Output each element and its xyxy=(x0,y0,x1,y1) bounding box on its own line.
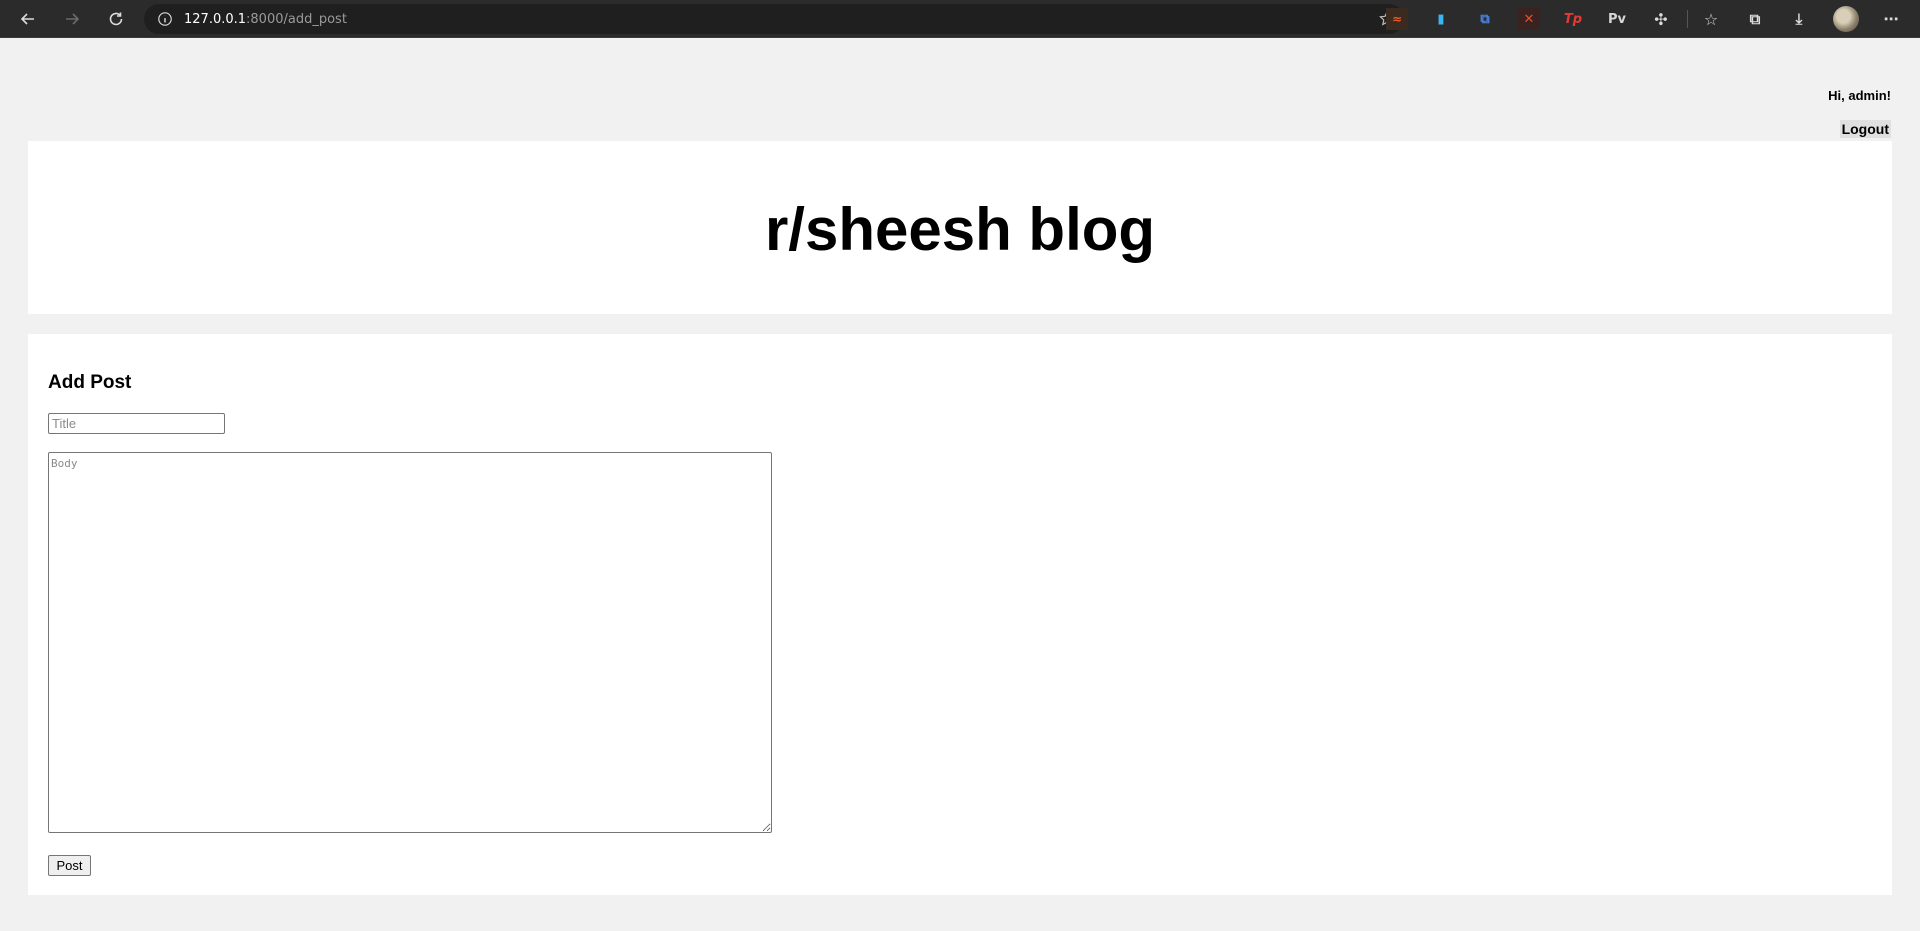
body-textarea[interactable] xyxy=(48,452,772,833)
back-button[interactable] xyxy=(11,5,45,33)
ext-1-icon[interactable]: ≈ xyxy=(1386,8,1408,30)
back-arrow-icon xyxy=(20,13,34,25)
ext-translate-icon[interactable]: ⧉ xyxy=(1474,8,1496,30)
more-menu-icon[interactable]: ⋯ xyxy=(1880,8,1902,30)
url-path: :8000/add_post xyxy=(246,11,347,27)
collections-icon[interactable]: ⧉ xyxy=(1744,8,1766,30)
profile-avatar[interactable] xyxy=(1833,6,1859,32)
ext-2-icon[interactable]: ▮ xyxy=(1430,8,1452,30)
site-header: r/sheesh blog xyxy=(28,141,1892,314)
post-button[interactable]: Post xyxy=(48,855,91,876)
extensions-puzzle-icon[interactable]: ✣ xyxy=(1650,8,1672,30)
add-post-heading: Add Post xyxy=(48,372,132,393)
ext-pv-icon[interactable]: Pv xyxy=(1606,8,1628,30)
toolbar-divider xyxy=(1687,10,1688,28)
address-bar[interactable]: 127.0.0.1:8000/add_post xyxy=(144,4,1404,34)
favorites-icon[interactable]: ☆ xyxy=(1700,8,1722,30)
logout-button[interactable]: Logout xyxy=(1839,120,1891,138)
forward-arrow-icon xyxy=(66,13,80,25)
site-info-icon[interactable] xyxy=(156,10,174,28)
downloads-icon[interactable]: ⤓ xyxy=(1788,8,1810,30)
ext-tp-icon[interactable]: Tp xyxy=(1562,8,1584,30)
forward-button[interactable] xyxy=(55,5,89,33)
refresh-button[interactable] xyxy=(99,5,133,33)
user-greeting: Hi, admin! xyxy=(1828,88,1891,103)
url-host: 127.0.0.1 xyxy=(184,11,247,27)
refresh-icon xyxy=(109,12,123,26)
add-post-card: Add Post Post xyxy=(28,334,1892,895)
site-title: r/sheesh blog xyxy=(764,195,1156,263)
browser-toolbar: 127.0.0.1:8000/add_post ≈ ▮ ⧉ ✕ Tp Pv ✣ … xyxy=(0,0,1920,38)
url-text: 127.0.0.1:8000/add_post xyxy=(184,12,347,27)
title-input[interactable] xyxy=(48,413,225,434)
ext-4-icon[interactable]: ✕ xyxy=(1518,8,1540,30)
